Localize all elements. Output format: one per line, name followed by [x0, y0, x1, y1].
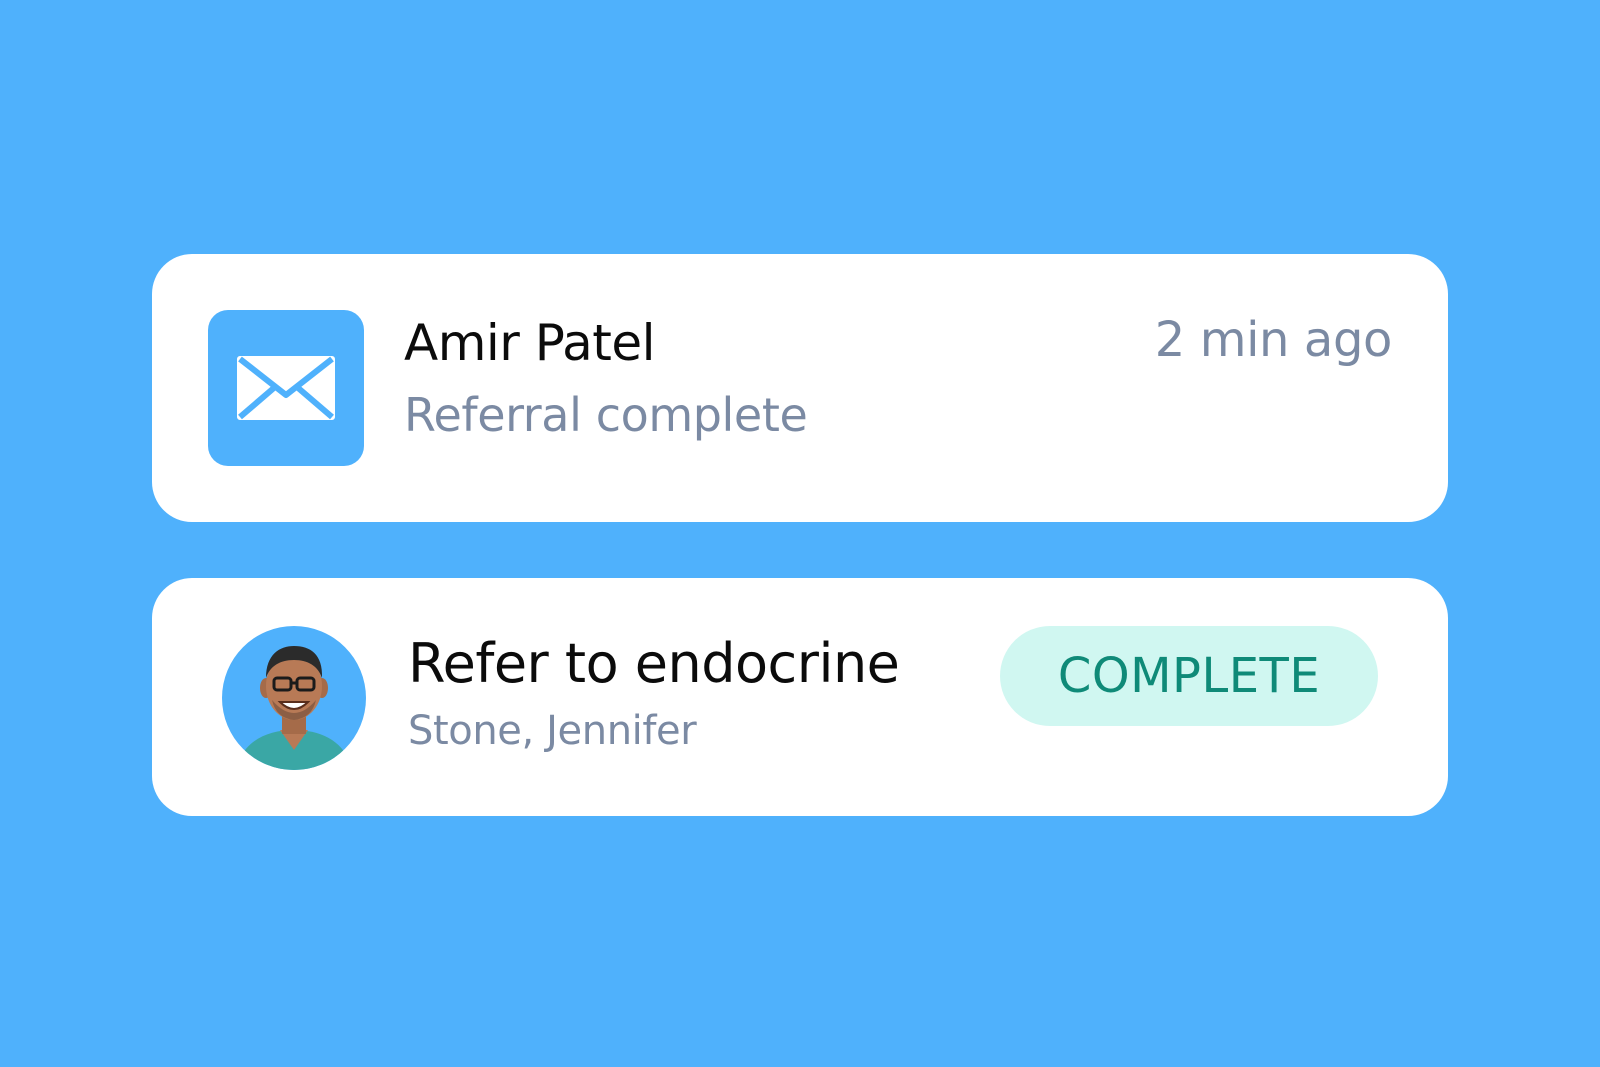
task-notification-card[interactable]: Refer to endocrine Stone, Jennifer COMPL…: [152, 578, 1448, 816]
status-badge: COMPLETE: [1000, 626, 1378, 726]
notification-canvas: { "colors": { "background": "#4fb1fc", "…: [0, 0, 1600, 1067]
mail-icon: [208, 310, 364, 466]
message-notification-card[interactable]: Amir Patel Referral complete 2 min ago: [152, 254, 1448, 522]
message-preview: Referral complete: [404, 388, 808, 442]
doctor-avatar: [222, 626, 366, 770]
timestamp: 2 min ago: [1154, 312, 1393, 368]
patient-name: Stone, Jennifer: [408, 708, 697, 754]
task-title: Refer to endocrine: [408, 632, 900, 695]
sender-name: Amir Patel: [404, 314, 656, 372]
